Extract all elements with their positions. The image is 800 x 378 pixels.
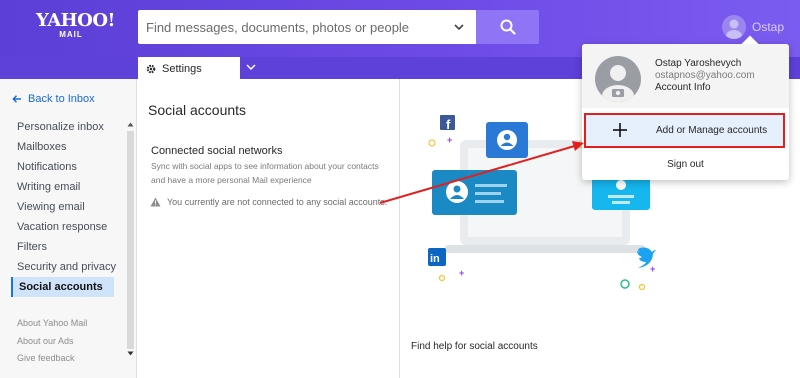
arrow-left-icon (12, 95, 21, 103)
account-summary: Ostap Yaroshevych ostapnos@yahoo.com Acc… (582, 44, 789, 108)
svg-text:+: + (459, 268, 464, 278)
svg-text:+: + (447, 135, 452, 145)
avatar[interactable] (722, 15, 746, 39)
sidebar-item-mailboxes[interactable]: Mailboxes (11, 137, 114, 157)
warning-text: You currently are not connected to any s… (167, 197, 388, 207)
connected-networks-heading: Connected social networks (151, 145, 283, 157)
svg-text:+: + (650, 264, 655, 274)
user-icon (602, 65, 634, 102)
back-to-inbox-label: Back to Inbox (28, 93, 95, 105)
account-email: ostapnos@yahoo.com (655, 70, 755, 81)
warning-icon (150, 197, 161, 207)
help-social-accounts-link[interactable]: Find help for social accounts (411, 341, 538, 352)
gear-icon (146, 64, 156, 74)
connected-networks-description: Sync with social apps to see information… (151, 161, 379, 185)
svg-text:in: in (430, 253, 440, 265)
chevron-down-icon[interactable] (244, 60, 258, 74)
sidebar-item-security-and-privacy[interactable]: Security and privacy (11, 257, 116, 277)
sidebar-item-vacation-response[interactable]: Vacation response (11, 217, 114, 237)
account-menu-popup: Ostap Yaroshevych ostapnos@yahoo.com Acc… (582, 35, 789, 180)
sidebar-item-personalize-inbox[interactable]: Personalize inbox (11, 117, 114, 137)
about-yahoo-mail-link[interactable]: About Yahoo Mail (17, 315, 87, 333)
chevron-down-icon[interactable] (452, 20, 466, 34)
settings-sidebar: Back to Inbox Personalize inbox Mailboxe… (0, 79, 137, 378)
user-icon (726, 19, 742, 39)
sidebar-item-notifications[interactable]: Notifications (11, 157, 114, 177)
scroll-up-icon[interactable] (127, 121, 134, 128)
sidebar-scrollbar[interactable] (125, 121, 136, 357)
settings-nav-list: Personalize inbox Mailboxes Notification… (11, 117, 116, 297)
page-title: Social accounts (148, 102, 247, 118)
tab-settings-label: Settings (162, 63, 202, 75)
account-info-link[interactable]: Account Info (655, 82, 711, 93)
sidebar-item-viewing-email[interactable]: Viewing email (11, 197, 114, 217)
svg-text:f: f (446, 117, 451, 132)
search-button[interactable] (476, 10, 539, 44)
profile-card-icon (486, 122, 528, 158)
facebook-icon: f (440, 115, 455, 132)
social-accounts-panel: Social accounts Connected social network… (137, 79, 400, 378)
search-box (138, 10, 476, 44)
sign-out-button[interactable]: Sign out (582, 154, 789, 176)
user-name[interactable]: Ostap (752, 20, 784, 34)
back-to-inbox-link[interactable]: Back to Inbox (12, 93, 95, 105)
account-full-name: Ostap Yaroshevych (655, 58, 742, 69)
scrollbar-thumb[interactable] (127, 131, 134, 349)
sidebar-footer: About Yahoo Mail About our Ads Give feed… (17, 315, 87, 368)
sidebar-item-filters[interactable]: Filters (11, 237, 114, 257)
give-feedback-link[interactable]: Give feedback (17, 350, 87, 368)
logo-main-text: YAHOO! (36, 10, 115, 31)
yahoo-mail-logo[interactable]: YAHOO! MAIL (36, 10, 115, 40)
logo-sub-text: MAIL (59, 30, 83, 39)
profile-card-icon (432, 170, 517, 215)
avatar[interactable] (595, 56, 641, 102)
scroll-down-icon[interactable] (127, 350, 134, 357)
about-our-ads-link[interactable]: About our Ads (17, 333, 87, 351)
tab-settings[interactable]: Settings (138, 57, 240, 81)
sidebar-item-social-accounts[interactable]: Social accounts (11, 277, 114, 297)
search-input[interactable] (146, 10, 446, 44)
highlight-box (584, 113, 785, 148)
sidebar-item-writing-email[interactable]: Writing email (11, 177, 114, 197)
not-connected-warning: You currently are not connected to any s… (150, 197, 387, 207)
search-icon (500, 19, 516, 35)
linkedin-icon: in (428, 248, 446, 266)
